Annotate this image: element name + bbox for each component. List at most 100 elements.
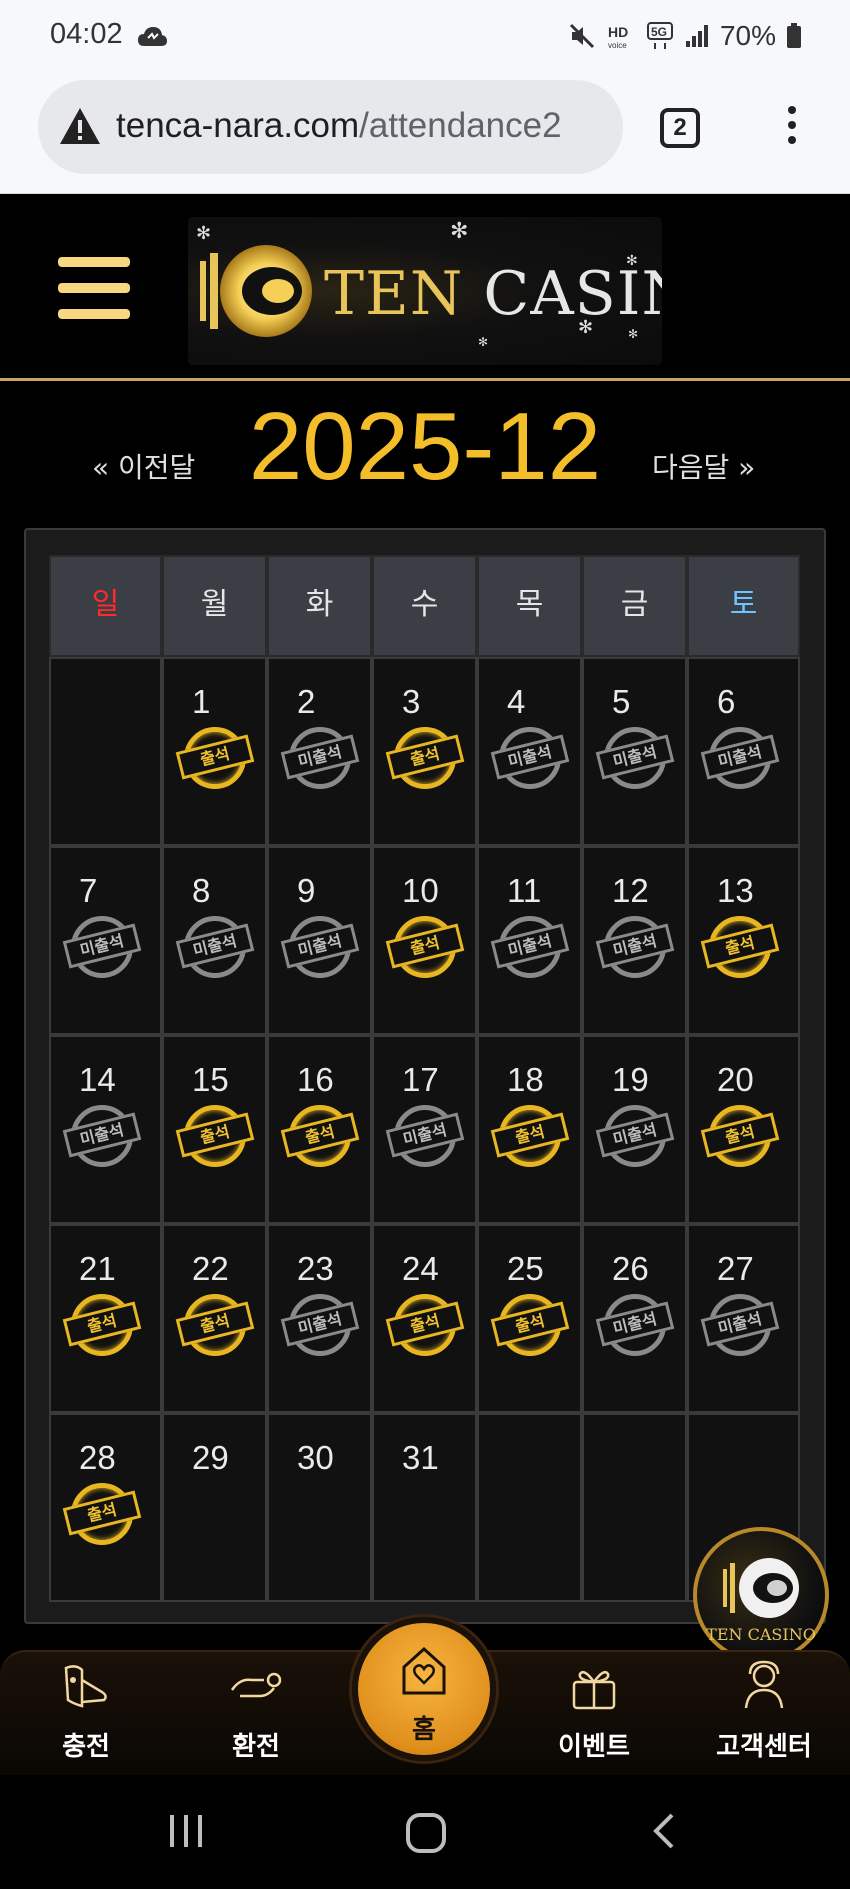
attendance-stamp-icon: 출석	[385, 1292, 465, 1358]
day-number: 26	[612, 1250, 649, 1287]
calendar-day-cell	[477, 1413, 582, 1602]
attendance-stamp-icon: 출석	[700, 1103, 780, 1169]
day-number: 11	[507, 872, 542, 909]
absence-stamp-icon: 미출석	[595, 1103, 675, 1169]
day-number: 31	[402, 1439, 439, 1476]
day-number: 20	[717, 1061, 754, 1098]
calendar-day-cell: 27 미출석	[687, 1224, 800, 1413]
calendar-day-cell: 19 미출석	[582, 1035, 687, 1224]
calendar-day-cell: 29	[162, 1413, 267, 1602]
address-bar[interactable]: tenca-nara.com/attendance2	[38, 80, 623, 174]
attendance-stamp-icon: 출석	[490, 1292, 570, 1358]
attendance-calendar: 일 월 화 수 목 금 토 1 출석 2 미출석 3 출석 4 미출석 5 미출석 6 미출석 7 미출석…	[49, 555, 800, 1602]
gift-icon	[572, 1671, 616, 1710]
absence-stamp-icon: 미출석	[595, 1292, 675, 1358]
nav-home-button[interactable]: 홈	[352, 1617, 496, 1761]
day-number: 15	[192, 1061, 229, 1098]
day-number: 7	[79, 872, 98, 909]
calendar-day-cell: 20 출석	[687, 1035, 800, 1224]
calendar-day-cell: 16 출석	[267, 1035, 372, 1224]
calendar-day-cell: 28 출석	[49, 1413, 162, 1602]
day-number: 6	[717, 683, 736, 720]
calendar-days: 1 출석 2 미출석 3 출석 4 미출석 5 미출석 6 미출석 7 미출석 8 미출석 9 미출석 10 출석 11…	[49, 657, 800, 1602]
day-number: 3	[402, 683, 421, 720]
url-path: /attendance2	[359, 106, 562, 145]
day-number: 16	[297, 1061, 334, 1098]
svg-text:HD: HD	[608, 24, 628, 40]
absence-stamp-icon: 미출석	[490, 725, 570, 791]
nav-label: 환전	[232, 1732, 280, 1762]
url-text[interactable]: tenca-nara.com/attendance2	[116, 106, 608, 146]
day-number: 8	[192, 872, 211, 909]
nav-label: 이벤트	[558, 1732, 630, 1762]
calendar-day-cell: 2 미출석	[267, 657, 372, 846]
attendance-stamp-icon: 출석	[700, 914, 780, 980]
calendar-day-cell: 13 출석	[687, 846, 800, 1035]
svg-text:voice: voice	[608, 41, 627, 50]
browser-toolbar: tenca-nara.com/attendance2 2	[0, 78, 850, 194]
back-icon[interactable]	[648, 1811, 678, 1851]
attendance-stamp-icon: 출석	[62, 1292, 142, 1358]
day-number: 21	[79, 1250, 116, 1287]
absence-stamp-icon: 미출석	[385, 1103, 465, 1169]
calendar-day-cell	[582, 1413, 687, 1602]
tab-switcher-button[interactable]: 2	[660, 108, 700, 148]
calendar-day-cell: 26 미출석	[582, 1224, 687, 1413]
not-secure-warning-icon[interactable]	[58, 106, 102, 146]
logo-mark-icon	[200, 245, 312, 337]
calendar-day-cell: 11 미출석	[477, 846, 582, 1035]
home-icon	[402, 1646, 446, 1695]
home-system-icon[interactable]	[404, 1811, 448, 1855]
absence-stamp-icon: 미출석	[62, 1103, 142, 1169]
weekday-monday: 월	[162, 555, 267, 657]
calendar-day-cell: 24 출석	[372, 1224, 477, 1413]
absence-stamp-icon: 미출석	[700, 1292, 780, 1358]
system-navigation-bar	[0, 1775, 850, 1889]
battery-percent: 70%	[719, 20, 776, 51]
day-number: 9	[297, 872, 316, 909]
calendar-day-cell: 7 미출석	[49, 846, 162, 1035]
day-number: 13	[717, 872, 754, 909]
day-number: 4	[507, 683, 526, 720]
logo-mark-icon	[723, 1558, 799, 1618]
day-number: 1	[192, 683, 211, 720]
absence-stamp-icon: 미출석	[280, 1292, 360, 1358]
calendar-day-cell: 1 출석	[162, 657, 267, 846]
weekday-thursday: 목	[477, 555, 582, 657]
url-domain: tenca-nara.com	[116, 106, 360, 145]
day-number: 29	[192, 1439, 229, 1476]
day-number: 27	[717, 1250, 754, 1287]
withdraw-icon	[230, 1672, 282, 1698]
calendar-day-cell: 12 미출석	[582, 846, 687, 1035]
hamburger-menu-icon[interactable]	[58, 257, 130, 319]
weekday-header-row: 일 월 화 수 목 금 토	[49, 555, 800, 657]
calendar-day-cell: 23 미출석	[267, 1224, 372, 1413]
status-bar: 04:02 HD voice 5G 70%	[0, 0, 850, 78]
logo-wordmark: TEN CASINO	[324, 259, 662, 329]
calendar-day-cell: 4 미출석	[477, 657, 582, 846]
ten-casino-logo[interactable]: ✻ ✻ ✻ ✻ ✻ ✻ TEN CASINO	[188, 217, 662, 365]
more-options-icon[interactable]	[782, 106, 802, 152]
absence-stamp-icon: 미출석	[280, 725, 360, 791]
hd-voice-icon: HD voice	[608, 24, 628, 50]
floating-logo-button[interactable]: TEN CASINO	[693, 1527, 829, 1663]
attendance-stamp-icon: 출석	[175, 725, 255, 791]
absence-stamp-icon: 미출석	[62, 914, 142, 980]
recent-apps-icon[interactable]	[166, 1811, 206, 1851]
next-month-link[interactable]: 다음달 »	[652, 446, 755, 486]
calendar-day-cell	[49, 657, 162, 846]
nav-deposit[interactable]: 충전	[16, 1652, 156, 1777]
nav-label: 홈	[412, 1715, 436, 1745]
nav-label: 충전	[62, 1732, 110, 1762]
calendar-day-cell: 3 출석	[372, 657, 477, 846]
nav-withdraw[interactable]: 환전	[186, 1652, 326, 1777]
day-number: 19	[612, 1061, 649, 1098]
day-number: 2	[297, 683, 316, 720]
day-number: 12	[612, 872, 649, 909]
attendance-stamp-icon: 출석	[175, 1103, 255, 1169]
attendance-stamp-icon: 출석	[490, 1103, 570, 1169]
day-number: 24	[402, 1250, 439, 1287]
nav-support[interactable]: 고객센터	[694, 1652, 834, 1777]
nav-event[interactable]: 이벤트	[524, 1652, 664, 1777]
absence-stamp-icon: 미출석	[700, 725, 780, 791]
